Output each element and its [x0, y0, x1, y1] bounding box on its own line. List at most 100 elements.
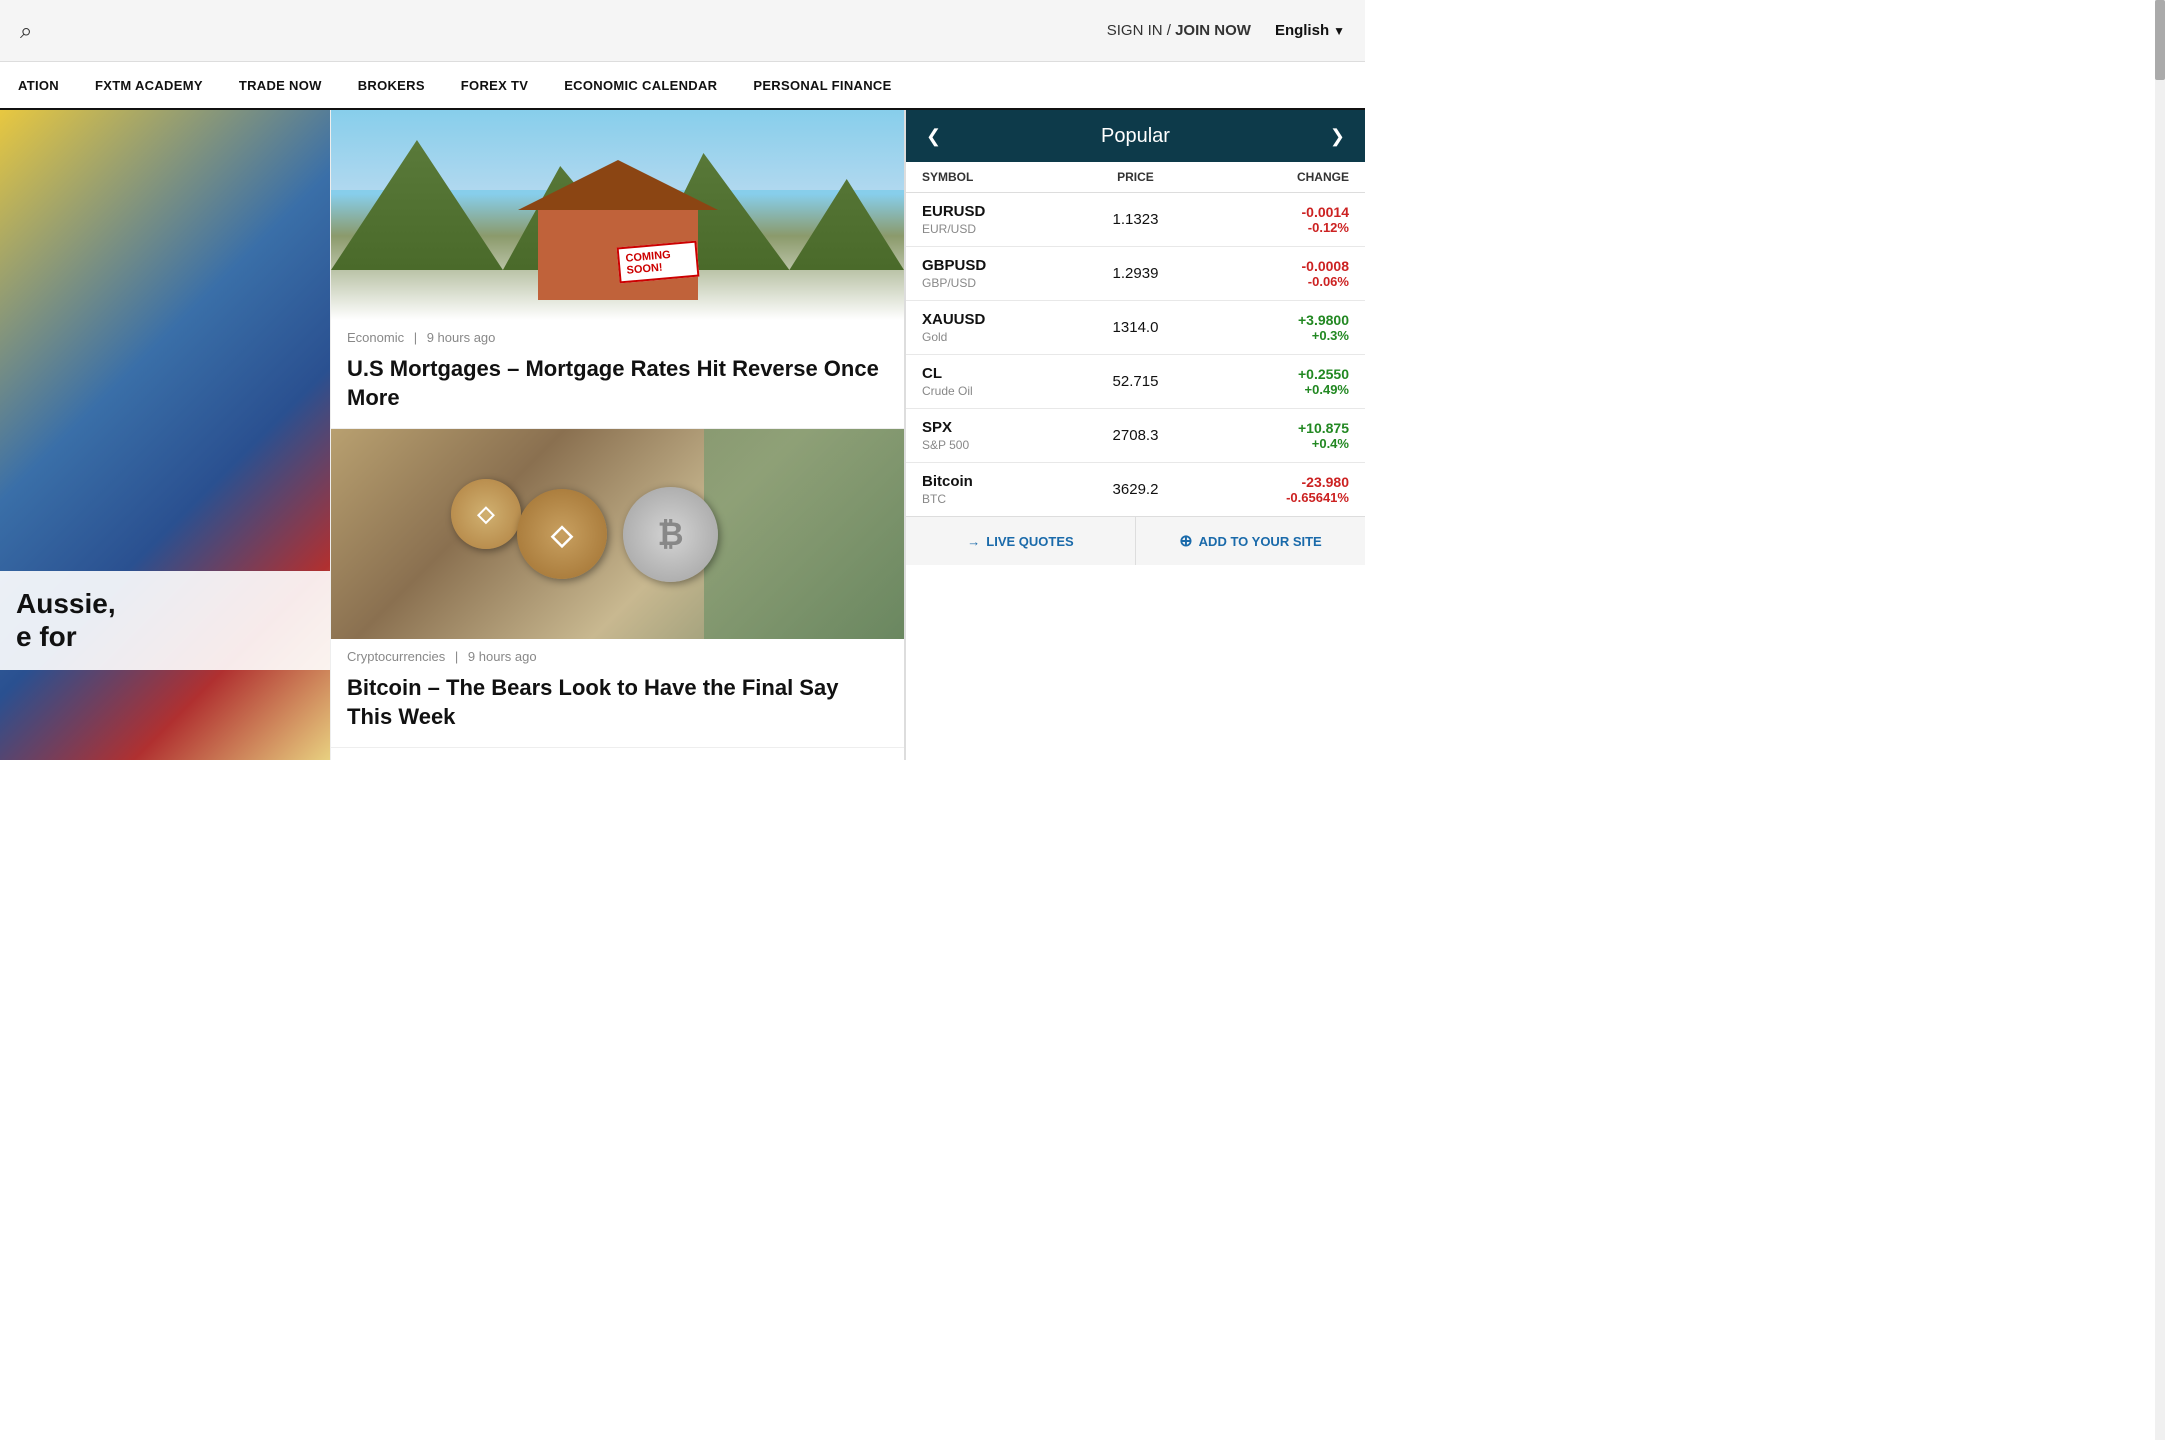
change-val: +10.875	[1298, 420, 1349, 436]
header-right: SIGN IN / JOIN NOW English ▼	[1107, 22, 1345, 39]
symbol-col: XAUUSD Gold	[922, 311, 1064, 344]
nav-item-brokers[interactable]: BROKERS	[340, 61, 443, 109]
sign-in-label[interactable]: SIGN IN /	[1107, 22, 1171, 39]
header: ⌕ SIGN IN / JOIN NOW English ▼	[0, 0, 1365, 62]
add-to-site-button[interactable]: ⊕ ADD TO YOUR SITE	[1136, 517, 1365, 565]
market-title: Popular	[1101, 125, 1170, 148]
col-change-header: CHANGE	[1207, 170, 1349, 184]
articles-center: COMING SOON! Economic | 9 hours ago U.S …	[330, 110, 905, 760]
article-bitcoin-meta: Cryptocurrencies | 9 hours ago	[331, 639, 904, 670]
market-col-headers: SYMBOL PRICE CHANGE	[906, 162, 1365, 193]
scrollbar[interactable]	[2155, 0, 2165, 1440]
change-val: -0.0008	[1302, 258, 1349, 274]
price-col: 52.715	[1064, 373, 1206, 390]
symbol-name: CL	[922, 365, 1064, 382]
symbol-name: GBPUSD	[922, 257, 1064, 274]
symbol-sub: BTC	[922, 492, 1064, 506]
sign-in-join: SIGN IN / JOIN NOW	[1107, 22, 1251, 39]
symbol-col: GBPUSD GBP/USD	[922, 257, 1064, 290]
col-symbol-header: SYMBOL	[922, 170, 1064, 184]
eth-coin-small: ◇	[451, 479, 521, 549]
change-pct: +0.49%	[1305, 382, 1349, 397]
symbol-name: EURUSD	[922, 203, 1064, 220]
language-label: English	[1275, 22, 1329, 39]
change-pct: +0.4%	[1312, 436, 1349, 451]
language-chevron-icon: ▼	[1333, 24, 1345, 38]
article-mortgage-title[interactable]: U.S Mortgages – Mortgage Rates Hit Rever…	[331, 351, 904, 428]
bitcoin-article-image: ◇ ◇ ₿	[331, 429, 904, 639]
change-col: +0.2550 +0.49%	[1207, 366, 1349, 397]
market-row[interactable]: CL Crude Oil 52.715 +0.2550 +0.49%	[906, 355, 1365, 409]
article-mortgage-meta: Economic | 9 hours ago	[331, 320, 904, 351]
symbol-col: Bitcoin BTC	[922, 473, 1064, 506]
symbol-sub: Crude Oil	[922, 384, 1064, 398]
change-val: -23.980	[1302, 474, 1349, 490]
symbol-col: SPX S&P 500	[922, 419, 1064, 452]
symbol-sub: EUR/USD	[922, 222, 1064, 236]
change-pct: -0.12%	[1308, 220, 1349, 235]
btc-coin: ₿	[623, 487, 718, 582]
symbol-sub: Gold	[922, 330, 1064, 344]
symbol-col: CL Crude Oil	[922, 365, 1064, 398]
search-area: ⌕	[20, 18, 32, 44]
nav-item-personal-finance[interactable]: PERSONAL FINANCE	[735, 61, 909, 109]
article-mortgage: COMING SOON! Economic | 9 hours ago U.S …	[331, 110, 904, 429]
symbol-col: EURUSD EUR/USD	[922, 203, 1064, 236]
market-next-arrow-icon[interactable]: ❯	[1330, 126, 1345, 147]
eth-coin-large: ◇	[517, 489, 607, 579]
main-nav: ATION FXTM ACADEMY TRADE NOW BROKERS FOR…	[0, 62, 1365, 110]
price-col: 3629.2	[1064, 481, 1206, 498]
change-col: +10.875 +0.4%	[1207, 420, 1349, 451]
symbol-name: Bitcoin	[922, 473, 1064, 490]
nav-item-forex-tv[interactable]: FOREX TV	[443, 61, 546, 109]
market-sidebar: ❮ Popular ❯ SYMBOL PRICE CHANGE EURUSD E…	[905, 110, 1365, 760]
article-mortgage-category: Economic	[347, 330, 404, 345]
change-val: +3.9800	[1298, 312, 1349, 328]
price-col: 1.2939	[1064, 265, 1206, 282]
live-quotes-label: LIVE QUOTES	[986, 534, 1073, 549]
change-pct: -0.65641%	[1286, 490, 1349, 505]
market-header: ❮ Popular ❯	[906, 110, 1365, 162]
nav-item-economic-calendar[interactable]: ECONOMIC CALENDAR	[546, 61, 735, 109]
change-col: +3.9800 +0.3%	[1207, 312, 1349, 343]
join-now-button[interactable]: JOIN NOW	[1175, 22, 1251, 39]
change-pct: +0.3%	[1312, 328, 1349, 343]
change-col: -23.980 -0.65641%	[1207, 474, 1349, 505]
article-bitcoin: ◇ ◇ ₿ Cryptocurrencies | 9 hours ago Bit…	[331, 429, 904, 748]
market-row[interactable]: Bitcoin BTC 3629.2 -23.980 -0.65641%	[906, 463, 1365, 516]
symbol-sub: GBP/USD	[922, 276, 1064, 290]
article-bitcoin-time: 9 hours ago	[468, 649, 537, 664]
hero-text-line1: Aussie,	[16, 587, 314, 621]
market-row[interactable]: SPX S&P 500 2708.3 +10.875 +0.4%	[906, 409, 1365, 463]
change-pct: -0.06%	[1308, 274, 1349, 289]
scrollbar-thumb[interactable]	[2155, 0, 2165, 80]
nav-item-education[interactable]: ATION	[0, 61, 77, 109]
price-col: 1.1323	[1064, 211, 1206, 228]
hero-text-line2: e for	[16, 620, 314, 654]
change-val: -0.0014	[1302, 204, 1349, 220]
market-row[interactable]: GBPUSD GBP/USD 1.2939 -0.0008 -0.06%	[906, 247, 1365, 301]
col-price-header: PRICE	[1064, 170, 1206, 184]
market-prev-arrow-icon[interactable]: ❮	[926, 126, 941, 147]
nav-item-fxtm-academy[interactable]: FXTM ACADEMY	[77, 61, 221, 109]
change-col: -0.0008 -0.06%	[1207, 258, 1349, 289]
article-bitcoin-category: Cryptocurrencies	[347, 649, 445, 664]
add-to-site-label: ADD TO YOUR SITE	[1199, 534, 1322, 549]
live-quotes-arrow-icon: →	[967, 534, 980, 549]
language-selector[interactable]: English ▼	[1275, 22, 1345, 39]
market-footer: → LIVE QUOTES ⊕ ADD TO YOUR SITE	[906, 516, 1365, 565]
change-val: +0.2550	[1298, 366, 1349, 382]
search-icon[interactable]: ⌕	[20, 18, 32, 44]
market-row[interactable]: EURUSD EUR/USD 1.1323 -0.0014 -0.12%	[906, 193, 1365, 247]
market-rows: EURUSD EUR/USD 1.1323 -0.0014 -0.12% GBP…	[906, 193, 1365, 516]
market-row[interactable]: XAUUSD Gold 1314.0 +3.9800 +0.3%	[906, 301, 1365, 355]
coming-soon-sign: COMING SOON!	[616, 241, 699, 284]
add-to-site-plus-icon: ⊕	[1179, 531, 1192, 551]
symbol-name: SPX	[922, 419, 1064, 436]
symbol-sub: S&P 500	[922, 438, 1064, 452]
hero-overlay: Aussie, e for	[0, 571, 330, 670]
nav-item-trade-now[interactable]: TRADE NOW	[221, 61, 340, 109]
live-quotes-button[interactable]: → LIVE QUOTES	[906, 517, 1136, 565]
price-col: 2708.3	[1064, 427, 1206, 444]
article-bitcoin-title[interactable]: Bitcoin – The Bears Look to Have the Fin…	[331, 670, 904, 747]
